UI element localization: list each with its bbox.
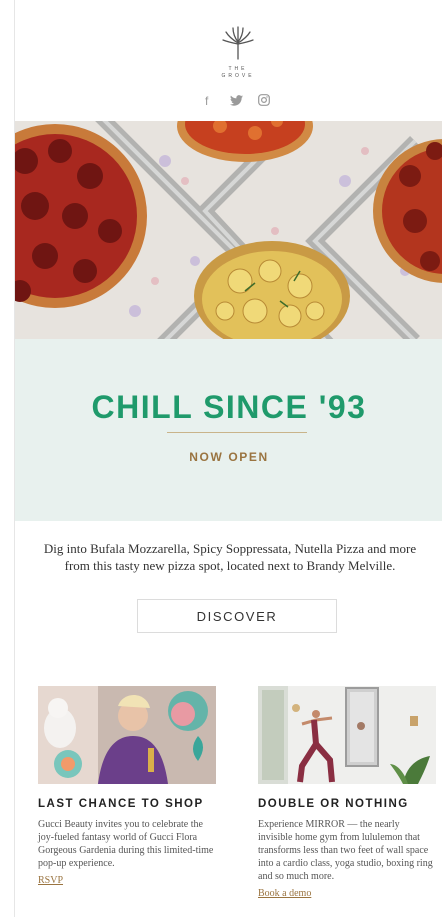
card-mirror: DOUBLE OR NOTHING Experience MIRROR — th… (258, 686, 436, 901)
banner-divider (167, 432, 307, 433)
intro-description: Dig into Bufala Mozzarella, Spicy Soppre… (43, 541, 417, 573)
book-demo-link[interactable]: Book a demo (258, 887, 311, 900)
facebook-icon[interactable]: f (201, 93, 215, 107)
facebook-glyph: f (205, 94, 209, 106)
gucci-collage-illustration (38, 686, 216, 784)
card-mirror-image[interactable] (258, 686, 436, 784)
card-gucci-title: LAST CHANCE TO SHOP (38, 798, 204, 810)
card-gucci-image[interactable] (38, 686, 216, 784)
discover-button[interactable]: DISCOVER (137, 599, 337, 633)
logo-text: THE GROVE (221, 66, 255, 79)
instagram-icon[interactable] (257, 93, 271, 107)
mirror-gym-illustration (258, 686, 436, 784)
rsvp-link[interactable]: RSVP (38, 874, 63, 887)
social-links: f (201, 93, 271, 107)
card-mirror-body: Experience MIRROR — the nearly invisible… (258, 819, 433, 882)
promo-banner: CHILL SINCE '93 NOW OPEN (15, 339, 442, 521)
banner-title: CHILL SINCE '93 (91, 389, 367, 425)
card-gucci: LAST CHANCE TO SHOP Gucci Beauty invites… (38, 686, 216, 888)
card-gucci-body: Gucci Beauty invites you to celebrate th… (38, 819, 214, 869)
email-frame: THE GROVE f CHILL SINCE '93 NOW OPEN Dig… (14, 0, 442, 917)
palm-logo-icon[interactable] (221, 26, 255, 60)
hero-pizza-image[interactable] (15, 121, 442, 339)
email-header: THE GROVE f (15, 0, 442, 121)
pizza-trays-illustration (15, 121, 442, 339)
twitter-icon[interactable] (229, 93, 243, 107)
banner-subtitle: NOW OPEN (189, 450, 269, 464)
card-mirror-title: DOUBLE OR NOTHING (258, 798, 409, 810)
